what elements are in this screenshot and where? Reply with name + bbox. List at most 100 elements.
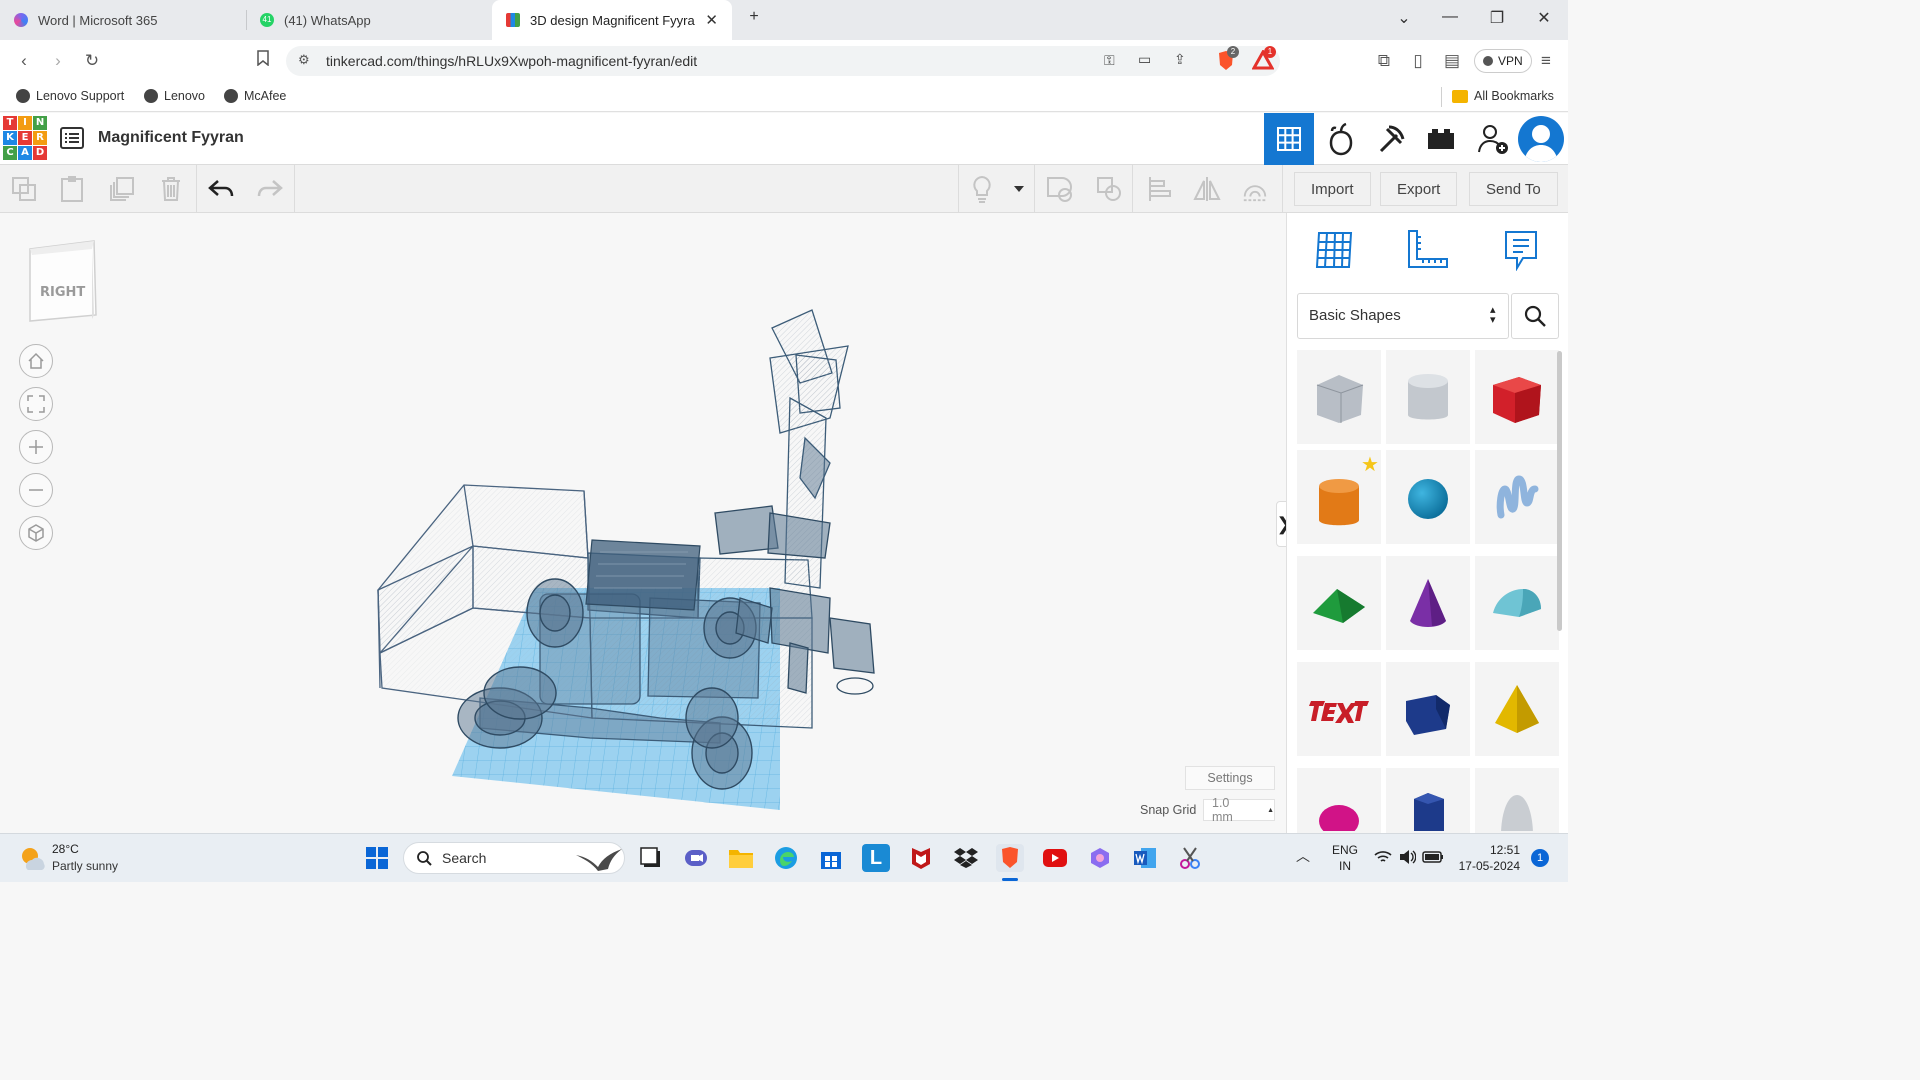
language-indicator[interactable]: ENG IN xyxy=(1332,842,1358,874)
circuit-board[interactable] xyxy=(585,539,701,611)
shape-cone[interactable] xyxy=(1386,556,1470,650)
avatar[interactable] xyxy=(1518,116,1564,162)
wheel-rear-left[interactable] xyxy=(526,578,584,648)
export-button[interactable]: Export xyxy=(1380,172,1458,206)
shape-roof[interactable] xyxy=(1297,556,1381,650)
share-icon[interactable]: ⇪ xyxy=(1174,51,1186,68)
tab-word[interactable]: Word | Microsoft 365 xyxy=(0,0,246,40)
clock[interactable]: 12:51 17-05-2024 xyxy=(1454,842,1520,874)
bricks-button[interactable] xyxy=(1416,113,1466,165)
new-tab-button[interactable]: + xyxy=(742,8,766,26)
volume-icon[interactable] xyxy=(1398,849,1417,868)
bookmark-lenovo[interactable]: Lenovo xyxy=(144,89,205,103)
fit-view-button[interactable] xyxy=(19,387,53,421)
shape-cylinder-hole[interactable] xyxy=(1386,350,1470,444)
tab-tinkercad[interactable]: 3D design Magnificent Fyyran - ✕ xyxy=(492,0,732,40)
settings-button[interactable]: Settings xyxy=(1185,766,1275,790)
perspective-button[interactable] xyxy=(19,516,53,550)
shape-text[interactable] xyxy=(1297,662,1381,756)
close-tab-icon[interactable]: ✕ xyxy=(705,11,718,29)
minimize-button[interactable]: — xyxy=(1438,8,1462,26)
taskbar-search-box[interactable]: Search xyxy=(403,842,625,874)
invite-button[interactable] xyxy=(1468,113,1518,165)
address-bar[interactable]: ⚙ tinkercad.com/things/hRLUx9Xwpoh-magni… xyxy=(286,46,1280,76)
send-to-button[interactable]: Send To xyxy=(1469,172,1558,206)
chevron-down-icon[interactable] xyxy=(1005,175,1033,203)
url-text[interactable]: tinkercad.com/things/hRLUx9Xwpoh-magnifi… xyxy=(326,53,697,69)
shape-pyramid[interactable] xyxy=(1475,662,1559,756)
mcafee-icon[interactable] xyxy=(907,844,935,872)
import-button[interactable]: Import xyxy=(1294,172,1371,206)
group-icon[interactable] xyxy=(1045,175,1073,203)
panel-scrollbar[interactable] xyxy=(1557,351,1562,631)
shape-round-roof[interactable] xyxy=(1475,556,1559,650)
bookmark-mcafee[interactable]: McAfee xyxy=(224,89,286,103)
task-view-icon[interactable] xyxy=(637,844,665,872)
weather-description[interactable]: Partly sunny xyxy=(52,859,118,873)
close-window-button[interactable]: ✕ xyxy=(1532,8,1556,28)
ungroup-icon[interactable] xyxy=(1095,175,1123,203)
brave-shields-icon[interactable]: 2 xyxy=(1216,46,1239,72)
workplane-tool-button[interactable] xyxy=(1313,229,1355,274)
notification-badge[interactable]: 1 xyxy=(1531,849,1549,867)
zoom-in-button[interactable] xyxy=(19,430,53,464)
shape-sphere[interactable] xyxy=(1386,450,1470,544)
shape-search-button[interactable] xyxy=(1511,293,1559,339)
sim-lab-button[interactable] xyxy=(1316,113,1366,165)
brave-taskbar-icon[interactable] xyxy=(996,844,1024,872)
design-list-icon[interactable] xyxy=(60,127,84,152)
brave-rewards-icon[interactable]: 1 xyxy=(1251,46,1276,72)
shape-box-hole[interactable] xyxy=(1297,350,1381,444)
file-explorer-icon[interactable] xyxy=(727,844,755,872)
restore-button[interactable]: ❐ xyxy=(1485,8,1509,28)
extensions-icon[interactable]: ⧉ xyxy=(1372,49,1396,73)
dropbox-icon[interactable] xyxy=(952,844,980,872)
sidebar-icon[interactable]: ▯ xyxy=(1406,49,1430,73)
delete-icon[interactable] xyxy=(157,175,185,203)
shape-wedge[interactable] xyxy=(1386,662,1470,756)
show-hidden-icons-chevron-icon[interactable]: ︿ xyxy=(1296,846,1310,866)
menu-icon[interactable]: ≡ xyxy=(1534,49,1558,73)
lenovo-vantage-icon[interactable]: L xyxy=(862,844,890,872)
notes-tool-button[interactable] xyxy=(1503,229,1539,274)
shape-cylinder[interactable]: ★ xyxy=(1297,450,1381,544)
wallet-icon[interactable]: ▤ xyxy=(1440,49,1464,73)
3d-model-scene[interactable] xyxy=(360,298,920,818)
duplicate-icon[interactable] xyxy=(108,175,136,203)
copilot-icon[interactable] xyxy=(1086,844,1114,872)
cruise-icon[interactable] xyxy=(1241,175,1269,203)
cast-icon[interactable]: ▭ xyxy=(1138,51,1151,68)
key-icon[interactable]: ⚿ xyxy=(1104,52,1115,69)
battery-icon[interactable] xyxy=(1422,850,1444,867)
3d-design-view-button[interactable] xyxy=(1264,113,1314,165)
tinkercad-logo[interactable]: T I N K E R C A D xyxy=(3,116,47,160)
wifi-icon[interactable] xyxy=(1374,850,1392,867)
site-settings-icon[interactable]: ⚙ xyxy=(298,52,310,68)
tab-whatsapp[interactable]: 41 (41) WhatsApp xyxy=(246,0,492,40)
shape-half-sphere[interactable] xyxy=(1297,768,1381,833)
shape-paraboloid[interactable] xyxy=(1475,768,1559,833)
shape-category-select[interactable]: Basic Shapes ▴ ▾ xyxy=(1297,293,1509,339)
align-icon[interactable] xyxy=(1145,175,1173,203)
redo-icon[interactable] xyxy=(256,175,284,203)
home-view-button[interactable] xyxy=(19,344,53,378)
copy-icon[interactable] xyxy=(10,175,38,203)
teams-meet-icon[interactable] xyxy=(682,844,710,872)
microsoft-store-icon[interactable] xyxy=(817,844,845,872)
all-bookmarks-button[interactable]: All Bookmarks xyxy=(1452,89,1554,103)
shape-box[interactable] xyxy=(1475,350,1559,444)
ruler-tool-button[interactable] xyxy=(1405,229,1449,274)
undo-icon[interactable] xyxy=(207,175,235,203)
shape-polygon[interactable] xyxy=(1386,768,1470,833)
snipping-tool-icon[interactable] xyxy=(1176,844,1204,872)
vpn-button[interactable]: VPN xyxy=(1474,49,1532,73)
zoom-out-button[interactable] xyxy=(19,473,53,507)
view-cube[interactable]: RIGHT xyxy=(26,239,98,323)
weather-temperature[interactable]: 28°C xyxy=(52,842,79,856)
blocks-button[interactable] xyxy=(1366,113,1416,165)
shape-scribble[interactable] xyxy=(1475,450,1559,544)
paste-icon[interactable] xyxy=(58,175,86,203)
forward-icon[interactable]: › xyxy=(46,49,70,73)
youtube-icon[interactable] xyxy=(1041,844,1069,872)
reload-icon[interactable]: ↻ xyxy=(80,49,104,73)
